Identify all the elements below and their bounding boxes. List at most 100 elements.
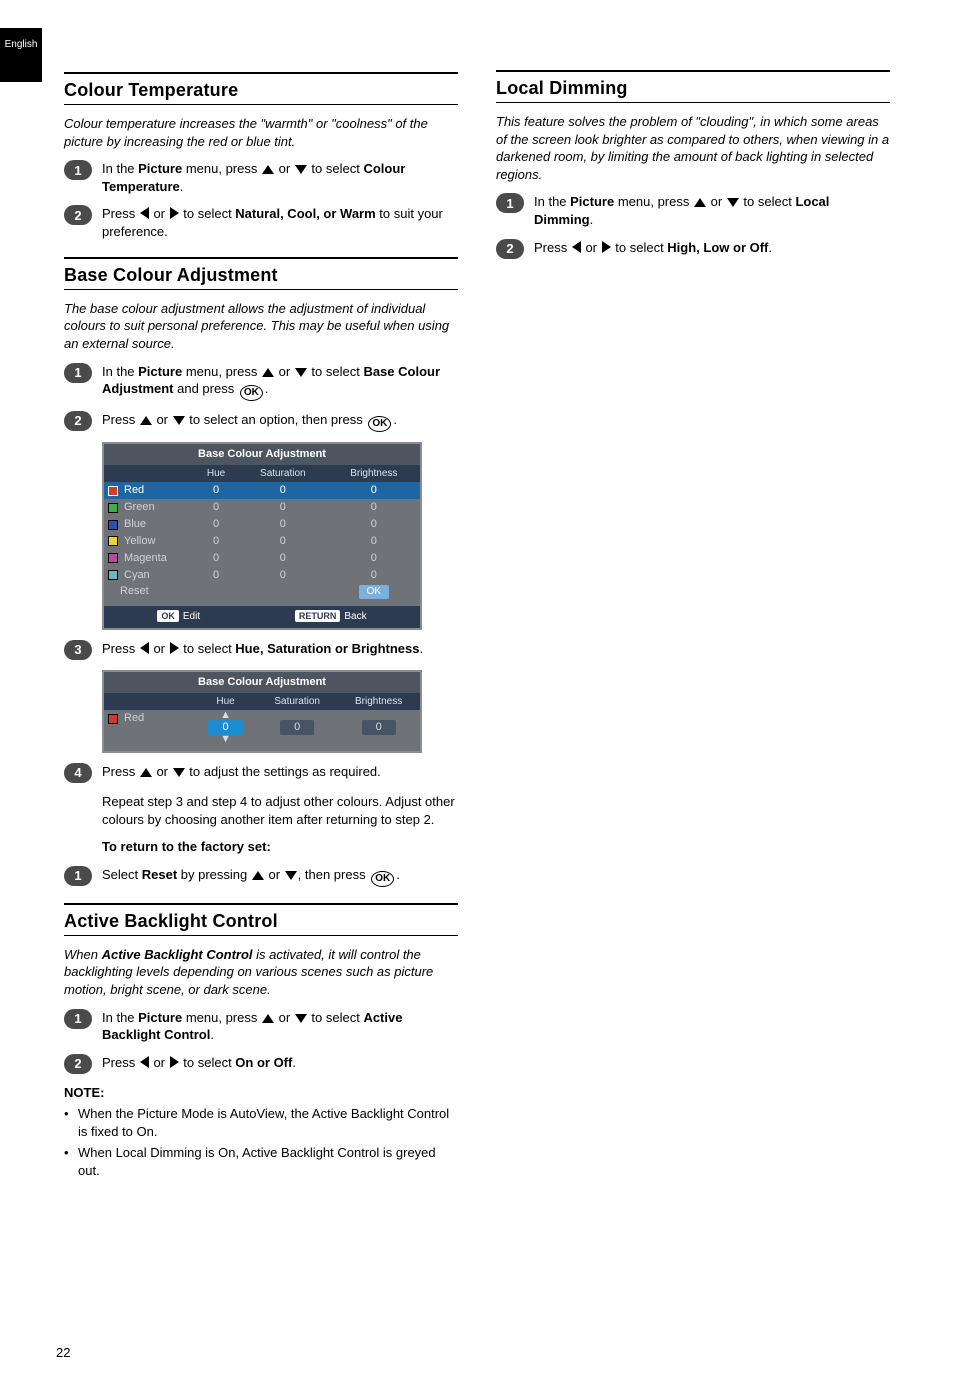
down-icon [173,768,185,777]
osd-cell: 0 [238,516,328,533]
osd-row-cyan[interactable]: Cyan000 [104,567,420,584]
ok-icon: OK [371,871,394,887]
step-text: Press or to select Natural, Cool, or War… [102,205,458,240]
step-text: Press or to adjust the settings as requi… [102,763,458,781]
section-local-dimming: Local Dimming This feature solves the pr… [496,70,890,259]
down-icon [727,198,739,207]
step-number-1: 1 [64,866,92,886]
note-item: When the Picture Mode is AutoView, the A… [64,1105,458,1140]
swatch-yellow [108,536,118,546]
osd-row-red[interactable]: Red000 [104,482,420,499]
osd-row-magenta[interactable]: Magenta000 [104,550,420,567]
osd-base-colour-panel: Base Colour Adjustment Hue Saturation Br… [102,442,422,630]
osd-cell: 0 [194,516,238,533]
osd-col-bri: Brightness [337,693,420,711]
osd-cell: 0 [194,550,238,567]
up-icon [694,198,706,207]
right-icon [170,207,179,219]
reset-label: To return to the factory set: [102,839,271,854]
section-intro: Colour temperature increases the "warmth… [64,115,458,150]
osd-row-green[interactable]: Green000 [104,499,420,516]
step-text: Press or to select an option, then press… [102,411,458,432]
down-icon [295,165,307,174]
down-icon [173,416,185,425]
section-colour-temperature: Colour Temperature Colour temperature in… [64,72,458,241]
osd-cell: 0 [328,550,420,567]
swatch-blue [108,520,118,530]
right-icon [602,241,611,253]
swatch-cyan [108,570,118,580]
step-number-2: 2 [64,205,92,225]
osd-col-hue: Hue [194,693,257,711]
swatch-red [108,714,118,724]
osd-value-hue[interactable]: 0 [208,720,242,735]
swatch-green [108,503,118,513]
osd-cell: 0 [328,533,420,550]
up-icon[interactable]: ▲ [198,711,253,720]
step-number-2: 2 [496,239,524,259]
osd-reset-row[interactable]: Reset [104,583,194,600]
ok-icon: OK [368,416,391,432]
osd-cell: 0 [238,533,328,550]
osd-base-colour-edit: Base Colour Adjustment Hue Saturation Br… [102,670,422,753]
step-number-2: 2 [64,1054,92,1074]
up-icon [252,871,264,880]
note-label: NOTE: [64,1084,458,1102]
osd-foot-ok-btn: OK [157,610,179,622]
osd-foot-return-btn: RETURN [295,610,341,622]
step-number-2: 2 [64,411,92,431]
osd-cell: 0 [328,567,420,584]
ok-icon: OK [240,385,263,401]
step-text: In the Picture menu, press or to select … [102,1009,458,1044]
osd-cell: 0 [328,499,420,516]
up-icon [140,416,152,425]
up-icon [262,165,274,174]
section-base-colour: Base Colour Adjustment The base colour a… [64,257,458,887]
step-number-1: 1 [64,1009,92,1029]
osd-value-sat[interactable]: 0 [280,720,314,735]
osd-reset-ok[interactable]: OK [359,585,389,599]
osd-cell: 0 [328,482,420,499]
osd-cell: 0 [238,482,328,499]
section-intro: The base colour adjustment allows the ad… [64,300,458,353]
section-title: Active Backlight Control [64,909,458,933]
section-title: Local Dimming [496,76,890,100]
swatch-magenta [108,553,118,563]
osd-row-red[interactable]: Red [104,710,194,727]
section-title: Colour Temperature [64,78,458,102]
osd-cell: 0 [194,499,238,516]
osd-col-sat: Saturation [238,465,328,483]
osd-col-bri: Brightness [328,465,420,483]
down-icon[interactable]: ▼ [198,735,253,744]
page-number: 22 [56,1344,70,1362]
left-icon [140,1056,149,1068]
up-icon [262,368,274,377]
right-icon [170,642,179,654]
osd-col-hue: Hue [194,465,238,483]
section-active-backlight: Active Backlight Control When Active Bac… [64,903,458,1180]
section-intro: This feature solves the problem of "clou… [496,113,890,183]
osd-cell: 0 [238,567,328,584]
step-text: In the Picture menu, press or to select … [102,160,458,195]
step-text: Select Reset by pressing or , then press… [102,866,458,887]
note-list: When the Picture Mode is AutoView, the A… [64,1105,458,1179]
left-icon [140,207,149,219]
right-icon [170,1056,179,1068]
step-text: Repeat step 3 and step 4 to adjust other… [102,793,458,828]
osd-row-blue[interactable]: Blue000 [104,516,420,533]
section-intro: When Active Backlight Control is activat… [64,946,458,999]
step-text: In the Picture menu, press or to select … [534,193,890,228]
language-tab: English [0,28,42,82]
left-icon [140,642,149,654]
step-text: Press or to select High, Low or Off. [534,239,890,257]
osd-footer: OKEdit RETURNBack [104,606,420,628]
osd-cell: 0 [194,567,238,584]
osd-value-bri[interactable]: 0 [362,720,396,735]
left-icon [572,241,581,253]
down-icon [295,1014,307,1023]
osd-table: Hue Saturation Brightness Red000Green000… [104,465,420,600]
osd-row-yellow[interactable]: Yellow000 [104,533,420,550]
osd-cell: 0 [194,533,238,550]
step-text: In the Picture menu, press or to select … [102,363,458,402]
section-title: Base Colour Adjustment [64,263,458,287]
